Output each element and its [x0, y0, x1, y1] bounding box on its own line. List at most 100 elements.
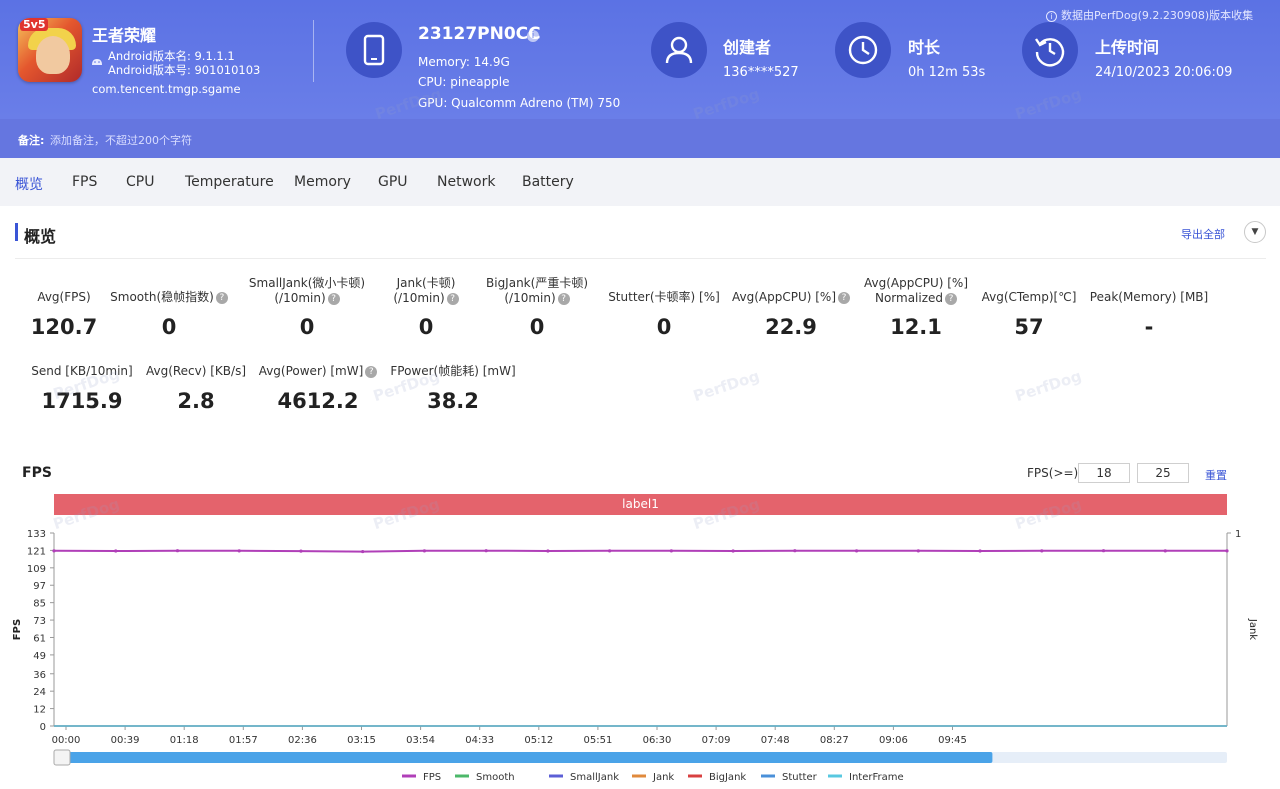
metric-label-unit: (/10min)	[274, 291, 326, 305]
fps-point	[731, 549, 735, 553]
phone-icon	[363, 34, 385, 66]
fps-point	[422, 549, 427, 553]
x-tick-label: 00:39	[111, 735, 140, 746]
fps-point	[1040, 549, 1044, 553]
y-tick-label: 73	[33, 616, 46, 627]
y-tick-label: 12	[33, 705, 46, 716]
metric-value-jank: 0	[418, 315, 434, 339]
fps-point	[546, 549, 550, 553]
fps-point	[793, 549, 797, 553]
fps-point	[175, 549, 180, 553]
metric-label-text: SmallJank(微小卡顿)	[248, 276, 366, 290]
data-source-note: i 数据由PerfDog(9.2.230908)版本收集	[1046, 7, 1253, 23]
x-tick-label: 07:09	[702, 735, 731, 746]
note-input[interactable]: 添加备注，不超过200个字符	[50, 132, 192, 148]
watermark: PerfDog	[1012, 366, 1084, 406]
metric-label-smalljank: SmallJank(微小卡顿) (/10min)?	[240, 276, 374, 306]
tab-battery[interactable]: Battery	[522, 174, 574, 190]
help-icon[interactable]: ?	[945, 293, 958, 305]
legend-label: InterFrame	[849, 772, 904, 783]
metric-value-avg-appcpu: 22.9	[765, 315, 817, 339]
app-version-name: Android版本名: 9.1.1.1	[108, 49, 235, 63]
metric-value-smalljank: 0	[299, 315, 315, 339]
metric-label-jank: Jank(卡顿) (/10min)?	[378, 276, 474, 306]
y-tick-label: 85	[33, 599, 46, 610]
help-icon[interactable]: ?	[327, 293, 340, 305]
chevron-down-icon[interactable]: ▼	[1244, 221, 1266, 243]
user-icon	[665, 36, 693, 64]
metric-value-peak-memory: -	[1144, 315, 1154, 339]
fps-point	[1101, 549, 1106, 553]
metrics-tabs: 概览 FPS CPU Temperature Memory GPU Networ…	[0, 158, 1280, 206]
y-tick-label: 0	[40, 722, 46, 733]
metric-label-text: Avg(AppCPU) [%]	[863, 276, 968, 290]
metric-label-avg-power: Avg(Power) [mW]?	[256, 364, 380, 379]
y-tick-label: 61	[33, 633, 46, 644]
metric-label-avg-ctemp: Avg(CTemp)[℃]	[978, 290, 1080, 305]
overview-title: 概览	[24, 227, 57, 246]
help-icon[interactable]: ?	[838, 292, 850, 304]
data-source-text: 数据由PerfDog(9.2.230908)版本收集	[1061, 9, 1254, 22]
metric-label-avg-appcpu: Avg(AppCPU) [%]?	[730, 290, 852, 305]
duration-value: 0h 12m 53s	[908, 65, 986, 80]
metric-label-text: Peak(Memory) [MB]	[1089, 290, 1209, 304]
clock-icon	[848, 35, 878, 65]
metric-label-text: Avg(CTemp)[℃]	[981, 290, 1077, 304]
x-tick-label: 05:51	[583, 735, 612, 746]
duration-icon-circle	[835, 22, 891, 78]
metric-label-text: Stutter(卡顿率) [%]	[608, 290, 720, 304]
x-tick-label: 00:00	[52, 735, 81, 746]
metric-label-appcpu-normalized: Avg(AppCPU) [%] Normalized?	[860, 276, 972, 306]
export-all-link[interactable]: 导出全部	[1181, 226, 1225, 242]
fps-point	[608, 549, 612, 553]
fps-point	[978, 549, 982, 553]
metric-label-avg-recv: Avg(Recv) [KB/s]	[144, 364, 248, 379]
fps-point	[916, 549, 920, 553]
help-icon[interactable]: ?	[215, 292, 228, 304]
metric-value-bigjank: 0	[529, 315, 545, 339]
creator-value: 136****527	[723, 65, 799, 80]
x-tick-label: 01:18	[170, 735, 199, 746]
help-icon[interactable]: ?	[557, 293, 570, 305]
metric-label-smooth: Smooth(稳帧指数)?	[108, 290, 230, 305]
metric-label-unit: (/10min)	[393, 291, 445, 305]
metric-label-unit: (/10min)	[504, 291, 556, 305]
metric-label-text: Jank(卡顿)	[396, 276, 456, 290]
y-tick-label: 97	[33, 581, 46, 592]
tab-gpu[interactable]: GPU	[378, 174, 408, 190]
help-icon[interactable]: ?	[365, 366, 378, 378]
fps-threshold-high-input[interactable]: 25	[1137, 463, 1189, 483]
fps-threshold-low-input[interactable]: 18	[1078, 463, 1130, 483]
tab-cpu[interactable]: CPU	[126, 174, 154, 190]
y-tick-label: 36	[33, 670, 46, 681]
reset-button[interactable]: 重置	[1205, 467, 1227, 483]
device-name: 23127PN0CC	[418, 24, 541, 44]
x-tick-label: 03:54	[406, 735, 435, 746]
x-tick-label: 02:36	[288, 735, 317, 746]
fps-point	[299, 549, 303, 553]
fps-chart-title: FPS	[22, 465, 52, 481]
y-tick-label: 109	[27, 564, 46, 575]
metric-label-bigjank: BigJank(严重卡顿) (/10min)?	[478, 276, 596, 306]
tab-fps[interactable]: FPS	[72, 174, 97, 190]
tab-network[interactable]: Network	[437, 174, 495, 190]
android-icon	[92, 59, 102, 65]
legend-label: Stutter	[782, 772, 818, 783]
x-tick-label: 03:15	[347, 735, 376, 746]
series-line-fps	[53, 549, 1227, 553]
info-icon: i	[1046, 11, 1057, 22]
tab-temperature[interactable]: Temperature	[185, 174, 274, 190]
help-icon[interactable]: ?	[446, 293, 459, 305]
tab-memory[interactable]: Memory	[294, 174, 351, 190]
x-tick-label: 01:57	[229, 735, 258, 746]
tab-overview[interactable]: 概览	[15, 174, 43, 194]
fps-point	[1225, 549, 1229, 553]
x-tick-label: 09:45	[938, 735, 967, 746]
note-bar[interactable]: 备注: 添加备注，不超过200个字符	[0, 119, 1280, 158]
note-label: 备注:	[18, 134, 45, 147]
device-info-icon[interactable]: i	[527, 30, 539, 42]
x-tick-label: 07:48	[761, 735, 790, 746]
metric-label-stutter: Stutter(卡顿率) [%]	[606, 290, 722, 305]
app-name: 王者荣耀	[92, 26, 157, 45]
report-header: i 数据由PerfDog(9.2.230908)版本收集 5v5 王者荣耀 And…	[0, 0, 1280, 158]
